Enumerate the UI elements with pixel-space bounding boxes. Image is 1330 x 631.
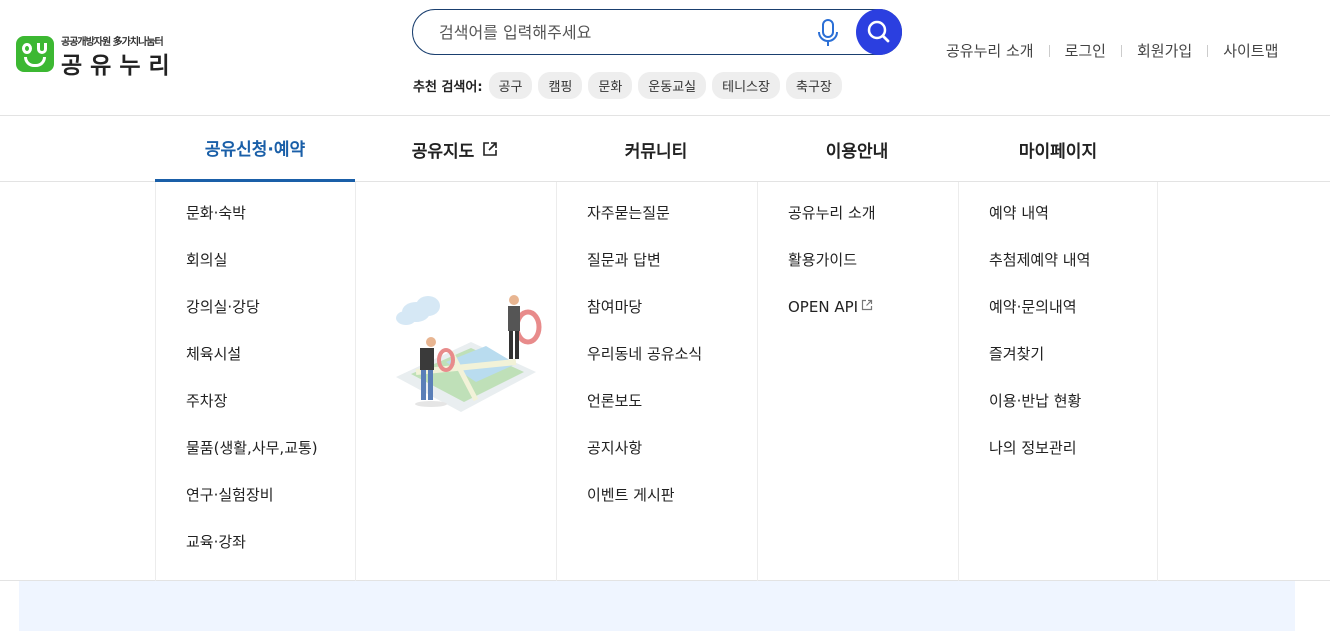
menu-item[interactable]: 물품(생활,사무,교통): [156, 438, 355, 485]
menu-column-community: 자주묻는질문 질문과 답변 참여마당 우리동네 공유소식 언론보도 공지사항 이…: [556, 182, 757, 581]
nav-map[interactable]: 공유지도: [355, 116, 555, 182]
menu-item[interactable]: 이용·반납 현황: [959, 391, 1157, 438]
recommend-label: 추천 검색어:: [413, 79, 483, 95]
menu-item[interactable]: 즐겨찾기: [959, 344, 1157, 391]
microphone-icon[interactable]: [813, 17, 843, 49]
nav-label: 마이페이지: [1018, 141, 1098, 162]
menu-item[interactable]: 주차장: [156, 391, 355, 438]
recommend-tag[interactable]: 테니스장: [712, 71, 780, 99]
content-band: [19, 581, 1295, 631]
nav-label: 공유지도: [411, 141, 475, 162]
util-link-login[interactable]: 로그인: [1065, 40, 1106, 61]
logo-title: 공유누리: [61, 53, 178, 79]
nav-label: 공유신청·예약: [204, 140, 306, 160]
util-link-about[interactable]: 공유누리 소개: [946, 40, 1034, 61]
menu-item[interactable]: 나의 정보관리: [959, 438, 1157, 485]
recommend-tag[interactable]: 운동교실: [638, 71, 707, 99]
menu-item[interactable]: 참여마당: [557, 297, 757, 344]
nav-community[interactable]: 커뮤니티: [556, 116, 756, 182]
divider: [1048, 44, 1050, 57]
nav-guide[interactable]: 이용안내: [757, 116, 957, 182]
nav-label: 이용안내: [825, 141, 889, 162]
menu-item[interactable]: 질문과 답변: [557, 250, 757, 297]
recommend-tag[interactable]: 공구: [488, 71, 533, 99]
mega-menu: 문화·숙박 회의실 강의실·강당 체육시설 주차장 물품(생활,사무,교통) 연…: [0, 182, 1330, 581]
magnifier-icon: [867, 20, 890, 43]
menu-item[interactable]: 공유누리 소개: [758, 203, 958, 250]
menu-item-label: OPEN API: [788, 298, 859, 316]
recommend-tag[interactable]: 축구장: [785, 71, 842, 99]
util-link-sitemap[interactable]: 사이트맵: [1223, 40, 1278, 61]
menu-item[interactable]: 교육·강좌: [156, 532, 355, 579]
recommend-tag[interactable]: 캠핑: [538, 71, 583, 99]
menu-column-guide: 공유누리 소개 활용가이드 OPEN API: [757, 182, 958, 581]
map-illustration: [396, 295, 542, 412]
main-navigation: 공유신청·예약 공유지도 커뮤니티 이용안내 마이페이지: [0, 116, 1330, 182]
site-logo[interactable]: 공공개방자원 多가치나눔터 공유누리: [16, 33, 186, 79]
util-link-signup[interactable]: 회원가입: [1137, 40, 1192, 61]
search-button[interactable]: [856, 9, 902, 55]
recommended-keywords: 추천 검색어: 공구 캠핑 문화 운동교실 테니스장 축구장: [413, 71, 848, 99]
utility-links: 공유누리 소개 로그인 회원가입 사이트맵: [946, 40, 1278, 61]
menu-item-open-api[interactable]: OPEN API: [758, 297, 958, 344]
nav-label: 커뮤니티: [624, 141, 688, 162]
menu-item[interactable]: 공지사항: [557, 438, 757, 485]
recommend-tag[interactable]: 문화: [588, 71, 633, 99]
menu-item[interactable]: 자주묻는질문: [557, 203, 757, 250]
menu-item[interactable]: 회의실: [156, 250, 355, 297]
search-input[interactable]: [439, 19, 799, 45]
divider: [1120, 44, 1122, 57]
menu-item[interactable]: 예약·문의내역: [959, 297, 1157, 344]
site-header: 공공개방자원 多가치나눔터 공유누리 추천 검색어: 공구 캠핑 문화 운동교실…: [0, 0, 1330, 116]
menu-item[interactable]: 예약 내역: [959, 203, 1157, 250]
nav-reservation[interactable]: 공유신청·예약: [155, 116, 355, 182]
menu-item[interactable]: 활용가이드: [758, 250, 958, 297]
nav-mypage[interactable]: 마이페이지: [958, 116, 1158, 182]
menu-item[interactable]: 강의실·강당: [156, 297, 355, 344]
menu-item[interactable]: 문화·숙박: [156, 203, 355, 250]
menu-column-map: [355, 182, 556, 581]
menu-item[interactable]: 추첨제예약 내역: [959, 250, 1157, 297]
divider: [1207, 44, 1209, 57]
search-box: [412, 9, 902, 55]
menu-column-reservation: 문화·숙박 회의실 강의실·강당 체육시설 주차장 물품(생활,사무,교통) 연…: [155, 182, 355, 581]
menu-item[interactable]: 연구·실험장비: [156, 485, 355, 532]
menu-column-mypage: 예약 내역 추첨제예약 내역 예약·문의내역 즐겨찾기 이용·반납 현황 나의 …: [958, 182, 1158, 581]
external-link-icon: [861, 299, 873, 311]
smile-logo-icon: [16, 36, 54, 72]
menu-item[interactable]: 이벤트 게시판: [557, 485, 757, 532]
menu-item[interactable]: 언론보도: [557, 391, 757, 438]
external-link-icon: [483, 142, 498, 156]
menu-item[interactable]: 체육시설: [156, 344, 355, 391]
menu-item[interactable]: 우리동네 공유소식: [557, 344, 757, 391]
